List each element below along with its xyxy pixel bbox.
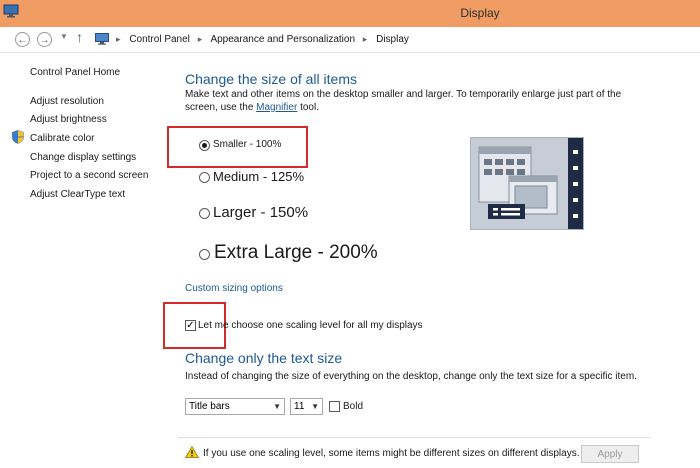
sidebar-home-link[interactable]: Control Panel Home [30,67,120,78]
magnifier-link[interactable]: Magnifier [256,102,297,113]
apply-button[interactable]: Apply [581,445,639,463]
sidebar-item-project-second-screen[interactable]: Project to a second screen [30,170,148,181]
chevron-down-icon: ▼ [311,402,319,411]
scaling-preview-image [470,137,584,230]
warning-icon [185,446,199,458]
size-description: Make text and other items on the desktop… [185,89,622,113]
address-bar: ← → ▼ ↑ ▸ Control Panel ▸ Appearance and… [0,27,700,53]
option-label-extra-large: Extra Large - 200% [214,242,378,263]
option-label-medium: Medium - 125% [213,169,305,184]
bold-label: Bold [343,401,364,412]
text-size-description: Instead of changing the size of everythi… [185,371,637,382]
sidebar-item-calibrate-color[interactable]: Calibrate color [30,133,94,144]
shield-icon [12,130,24,144]
scaling-checkbox-label: Let me choose one scaling level for all … [198,320,423,331]
option-label-larger: Larger - 150% [213,204,309,221]
bold-checkbox[interactable] [329,401,340,412]
page-title: Change the size of all items [185,71,357,87]
forward-arrow-icon[interactable]: → [37,32,52,47]
scaling-checkbox[interactable]: ✓ [185,320,196,331]
sidebar-item-adjust-cleartype[interactable]: Adjust ClearType text [30,189,125,200]
sidebar-item-adjust-brightness[interactable]: Adjust brightness [30,114,107,125]
warning-text: If you use one scaling level, some items… [203,448,580,459]
window-title: Display [460,6,500,20]
recent-locations-dropdown[interactable]: ▼ [60,32,68,41]
radio-larger[interactable] [199,208,210,219]
radio-medium[interactable] [199,172,210,183]
text-size-heading: Change only the text size [185,350,343,366]
divider [178,437,650,438]
breadcrumb-display[interactable]: Display [376,34,409,45]
back-arrow-icon[interactable]: ← [15,32,30,47]
breadcrumb-control-panel[interactable]: Control Panel [129,34,190,45]
font-size-select[interactable]: 11 ▼ [290,398,323,415]
breadcrumb-appearance[interactable]: Appearance and Personalization [210,34,355,45]
option-label-smaller: Smaller - 100% [213,139,282,150]
up-arrow-icon[interactable]: ↑ [76,29,83,45]
desktop-preview-icon [471,138,583,229]
sidebar-item-change-display-settings[interactable]: Change display settings [30,152,136,163]
breadcrumb: ▸ Control Panel ▸ Appearance and Persona… [116,34,409,45]
radio-extra-large[interactable] [199,249,210,260]
radio-smaller[interactable] [199,140,210,151]
control-panel-icon [95,33,109,45]
sidebar-item-adjust-resolution[interactable]: Adjust resolution [30,96,104,107]
chevron-down-icon: ▼ [273,402,281,411]
item-select[interactable]: Title bars ▼ [185,398,285,415]
custom-sizing-link[interactable]: Custom sizing options [185,283,283,294]
title-bar: Display [0,0,700,27]
